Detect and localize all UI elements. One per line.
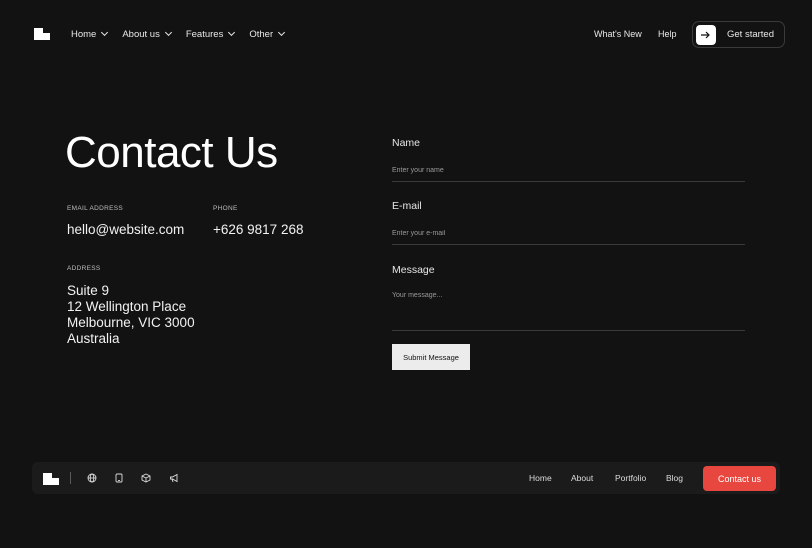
logo-block-small bbox=[43, 33, 50, 40]
nav-item-features[interactable]: Features bbox=[185, 27, 236, 41]
logo-block-small bbox=[52, 478, 59, 485]
logo[interactable] bbox=[34, 28, 50, 40]
address-line: 12 Wellington Place bbox=[67, 299, 187, 314]
nav-item-label: About us bbox=[122, 28, 160, 40]
email-address-value[interactable]: hello@website.com bbox=[67, 222, 184, 237]
divider bbox=[70, 472, 71, 484]
nav-item-label: Features bbox=[185, 28, 224, 40]
logo-block-large bbox=[34, 28, 43, 40]
footer-link-portfolio[interactable]: Portfolio bbox=[615, 473, 646, 483]
footer-link-home[interactable]: Home bbox=[529, 473, 552, 483]
email-address-label: EMAIL ADDRESS bbox=[67, 205, 124, 212]
page-title: Contact Us bbox=[65, 128, 278, 177]
nav-item-home[interactable]: Home bbox=[71, 27, 109, 41]
nav-item-label: Home bbox=[71, 28, 97, 40]
message-field[interactable] bbox=[392, 288, 745, 331]
help-link[interactable]: Help bbox=[658, 29, 677, 39]
address-value: Suite 9 12 Wellington Place Melbourne, V… bbox=[67, 283, 195, 347]
address-line: Suite 9 bbox=[67, 283, 110, 298]
tablet-icon[interactable] bbox=[113, 472, 125, 484]
whats-new-link[interactable]: What's New bbox=[594, 29, 642, 39]
chevron-down-icon bbox=[101, 28, 109, 37]
phone-value[interactable]: +626 9817 268 bbox=[213, 222, 303, 237]
footer-link-about[interactable]: About bbox=[571, 473, 593, 483]
address-line: Melbourne, VIC 3000 bbox=[67, 315, 195, 330]
email-field[interactable] bbox=[392, 223, 745, 245]
chevron-down-icon bbox=[278, 28, 286, 37]
cube-icon[interactable] bbox=[140, 472, 152, 484]
chevron-down-icon bbox=[164, 28, 172, 37]
message-field-label: Message bbox=[392, 264, 435, 276]
email-field-label: E-mail bbox=[392, 200, 422, 212]
submit-message-button[interactable]: Submit Message bbox=[392, 344, 470, 370]
get-started-button[interactable]: Get started bbox=[692, 21, 785, 48]
phone-label: PHONE bbox=[213, 205, 238, 212]
nav-item-about-us[interactable]: About us bbox=[122, 27, 172, 41]
globe-icon[interactable] bbox=[86, 472, 98, 484]
footer-link-blog[interactable]: Blog bbox=[666, 473, 683, 483]
megaphone-icon[interactable] bbox=[168, 472, 180, 484]
name-field[interactable] bbox=[392, 160, 745, 182]
main-nav: Home About us Features Other bbox=[71, 27, 299, 41]
bottom-bar: Home About Portfolio Blog Contact us bbox=[32, 462, 780, 494]
chevron-down-icon bbox=[228, 28, 236, 37]
arrow-right-icon bbox=[696, 24, 716, 45]
nav-item-label: Other bbox=[249, 28, 274, 40]
get-started-label: Get started bbox=[727, 29, 774, 40]
address-label: ADDRESS bbox=[67, 265, 101, 272]
contact-us-button[interactable]: Contact us bbox=[703, 466, 776, 491]
address-line: Australia bbox=[67, 331, 120, 346]
nav-item-other[interactable]: Other bbox=[249, 27, 286, 41]
name-field-label: Name bbox=[392, 137, 421, 149]
logo-block-large bbox=[43, 473, 52, 485]
footer-logo[interactable] bbox=[43, 473, 59, 485]
